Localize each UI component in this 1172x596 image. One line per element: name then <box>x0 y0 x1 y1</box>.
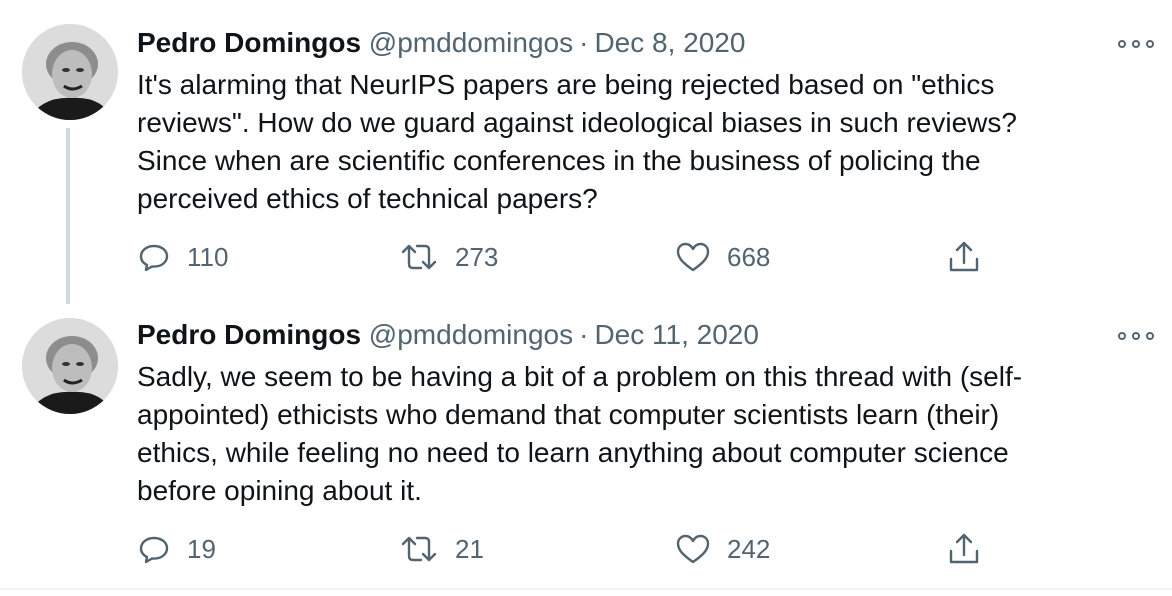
reply-count: 19 <box>187 533 216 564</box>
tweet[interactable]: Pedro Domingos @pmddomingos · Dec 8, 2020 … <box>0 0 1172 300</box>
tweet-actions: 19 21 242 <box>137 529 997 569</box>
tweet-date[interactable]: Dec 11, 2020 <box>594 319 759 350</box>
retweet-icon <box>401 244 437 270</box>
separator: · <box>579 319 589 350</box>
divider <box>0 588 1172 590</box>
tweet-text-line: before opining about it. <box>137 475 422 506</box>
share-button[interactable] <box>947 529 981 569</box>
reply-count: 110 <box>187 241 229 272</box>
more-icon[interactable] <box>1118 326 1154 346</box>
tweet-text: Sadly, we seem to be having a bit of a p… <box>137 358 1127 510</box>
like-button[interactable]: 242 <box>675 529 770 569</box>
like-icon <box>676 534 710 564</box>
author-name[interactable]: Pedro Domingos <box>137 27 361 58</box>
more-icon[interactable] <box>1118 34 1154 54</box>
like-count: 668 <box>727 241 771 272</box>
tweet-text-line: Sadly, we seem to be having a bit of a p… <box>137 361 1023 392</box>
like-icon <box>676 242 710 272</box>
like-count: 242 <box>727 533 771 564</box>
avatar[interactable] <box>22 318 118 414</box>
share-button[interactable] <box>947 237 981 277</box>
reply-button[interactable]: 19 <box>137 529 216 569</box>
tweet-text: It's alarming that NeurIPS papers are be… <box>137 66 1127 218</box>
tweet-text-line: reviews". How do we guard against ideolo… <box>137 107 1017 138</box>
tweet-text-line: Since when are scientific conferences in… <box>137 145 981 176</box>
retweet-icon <box>401 536 437 562</box>
reply-button[interactable]: 110 <box>137 237 228 277</box>
tweet-text-line: It's alarming that NeurIPS papers are be… <box>137 69 995 100</box>
tweet-date[interactable]: Dec 8, 2020 <box>594 27 745 58</box>
tweet-header: Pedro Domingos @pmddomingos · Dec 8, 2020 <box>137 26 745 60</box>
like-button[interactable]: 668 <box>675 237 770 277</box>
tweet-text-line: perceived ethics of technical papers? <box>137 183 598 214</box>
tweet-text-line: appointed) ethicists who demand that com… <box>137 399 1000 430</box>
tweet-actions: 110 273 668 <box>137 237 997 277</box>
retweet-count: 21 <box>455 533 484 564</box>
separator: · <box>579 27 589 58</box>
tweet-text-line: ethics, while feeling no need to learn a… <box>137 437 1009 468</box>
retweet-button[interactable]: 273 <box>399 237 498 277</box>
author-name[interactable]: Pedro Domingos <box>137 319 361 350</box>
share-icon <box>949 533 979 564</box>
retweet-button[interactable]: 21 <box>399 529 484 569</box>
tweet[interactable]: Pedro Domingos @pmddomingos · Dec 11, 2020… <box>0 300 1172 590</box>
avatar[interactable] <box>22 24 118 120</box>
reply-icon <box>139 244 169 272</box>
reply-icon <box>139 536 169 564</box>
share-icon <box>949 241 979 272</box>
retweet-count: 273 <box>455 241 499 272</box>
tweet-header: Pedro Domingos @pmddomingos · Dec 11, 2020 <box>137 318 759 352</box>
author-handle[interactable]: @pmddomingos <box>369 319 573 350</box>
author-handle[interactable]: @pmddomingos <box>369 27 573 58</box>
